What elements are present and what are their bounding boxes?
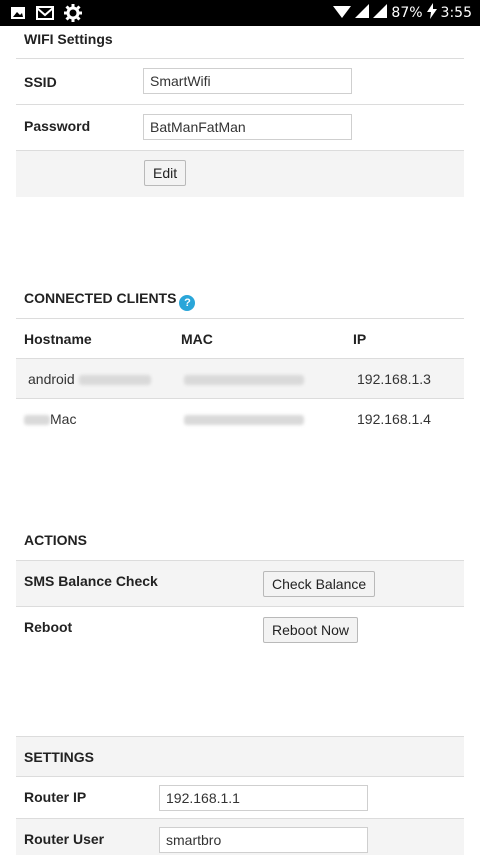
client-mac: [184, 411, 304, 427]
settings-title: SETTINGS: [24, 749, 95, 765]
connected-clients-title: CONNECTED CLIENTS?: [24, 290, 196, 311]
status-bar: 87% 3:55: [0, 0, 480, 26]
router-ip-row: Router IP: [16, 776, 464, 819]
password-label: Password: [24, 118, 91, 134]
wifi-settings-title: WIFI Settings: [24, 31, 113, 47]
password-row: Password: [16, 104, 464, 151]
clients-header-row: Hostname MAC IP: [16, 318, 464, 359]
edit-button[interactable]: Edit: [144, 160, 187, 186]
reboot-label: Reboot: [24, 619, 73, 635]
redacted-mac: [184, 415, 304, 426]
help-icon[interactable]: ?: [179, 295, 196, 311]
router-user-input[interactable]: [159, 827, 368, 853]
client-mac: [184, 371, 304, 387]
router-user-label: Router User: [24, 831, 105, 847]
connected-clients-title-text: CONNECTED CLIENTS: [24, 290, 177, 306]
charging-bolt-icon: [426, 3, 437, 23]
client-ip: 192.168.1.3: [357, 371, 431, 387]
reboot-now-button[interactable]: Reboot Now: [263, 617, 359, 643]
router-ip-label: Router IP: [24, 789, 87, 805]
clock-time: 3:55: [440, 5, 472, 21]
wifi-signal-icon: [333, 3, 352, 23]
reboot-row: Reboot Reboot Now: [16, 606, 464, 653]
battery-percent: 87%: [391, 5, 423, 21]
actions-title: ACTIONS: [24, 532, 87, 548]
gmail-icon: [36, 5, 54, 25]
ip-header: IP: [353, 331, 367, 347]
image-icon: [10, 5, 26, 25]
edit-row: Edit: [16, 150, 464, 197]
actions-panel: ACTIONS SMS Balance Check Check Balance …: [16, 520, 464, 660]
connected-clients-panel: CONNECTED CLIENTS? Hostname MAC IP andro…: [16, 280, 464, 440]
client-row: android 192.168.1.3: [16, 358, 464, 399]
client-hostname-text: Mac: [50, 411, 77, 427]
cell-signal-2-icon: [373, 4, 388, 22]
router-ip-input[interactable]: [159, 785, 368, 811]
ssid-label: SSID: [24, 74, 57, 90]
client-hostname-text: android: [28, 371, 75, 387]
settings-panel: SETTINGS Router IP Router User: [16, 736, 464, 855]
cell-signal-1-icon: [355, 4, 370, 22]
settings-gear-icon: [64, 4, 82, 26]
redacted-hostname: [24, 415, 50, 426]
router-user-row: Router User: [16, 818, 464, 855]
sms-balance-label: SMS Balance Check: [24, 573, 158, 589]
client-hostname: Mac: [24, 411, 76, 427]
settings-header-row: SETTINGS: [16, 736, 464, 777]
ssid-row: SSID: [16, 58, 464, 105]
wifi-settings-panel: WIFI Settings SSID Password Edit: [16, 26, 464, 197]
client-row: Mac 192.168.1.4: [16, 398, 464, 439]
check-balance-button[interactable]: Check Balance: [263, 571, 376, 597]
hostname-header: Hostname: [24, 331, 92, 347]
password-input[interactable]: [143, 114, 352, 140]
redacted-mac: [184, 375, 304, 386]
client-ip: 192.168.1.4: [357, 411, 431, 427]
client-hostname: android: [28, 371, 151, 387]
sms-balance-row: SMS Balance Check Check Balance: [16, 560, 464, 607]
mac-header: MAC: [181, 331, 213, 347]
redacted-hostname: [78, 375, 151, 386]
ssid-input[interactable]: [143, 68, 352, 94]
